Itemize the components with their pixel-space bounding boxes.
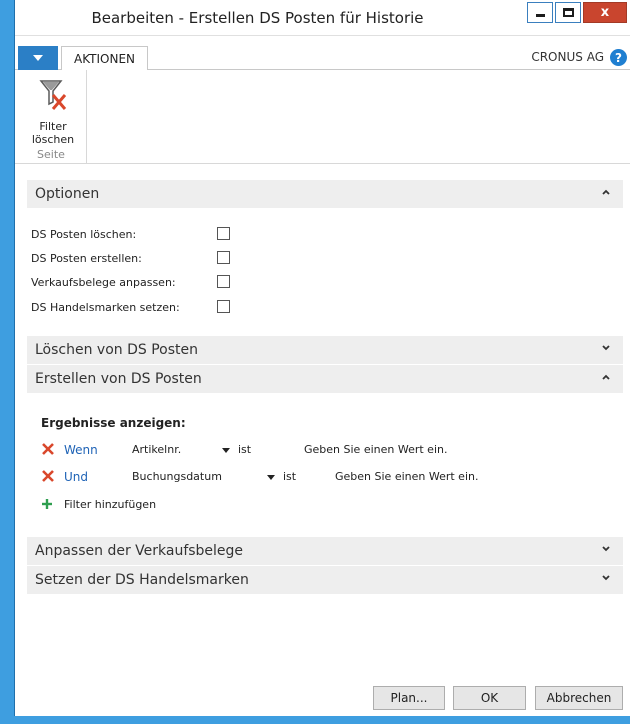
fasttab-set-brands[interactable]: Setzen der DS Handelsmarken — [27, 566, 623, 594]
set-brands-checkbox[interactable] — [217, 300, 230, 313]
field-row-create-entries: DS Posten erstellen: — [31, 250, 281, 268]
application-menu-button[interactable] — [18, 46, 58, 70]
filter-field-name[interactable]: Artikelnr. — [132, 443, 181, 456]
chevron-up-icon — [602, 374, 610, 380]
close-icon: x — [600, 5, 610, 20]
fasttab-options-label: Optionen — [35, 186, 100, 202]
plan-button[interactable]: Plan... — [373, 686, 445, 710]
filter-value-input[interactable]: Geben Sie einen Wert ein. — [335, 470, 478, 483]
maximize-button[interactable] — [555, 2, 581, 23]
company-name: CRONUS AG — [531, 50, 604, 64]
field-row-adjust-sales-docs: Verkaufsbelege anpassen: — [31, 274, 281, 292]
ribbon-group-label: Seite — [37, 148, 65, 161]
add-filter-link[interactable]: Filter hinzufügen — [64, 498, 156, 511]
minimize-icon — [535, 14, 545, 17]
filter-value-input[interactable]: Geben Sie einen Wert ein. — [304, 443, 447, 456]
close-button[interactable]: x — [583, 2, 627, 23]
field-label: Verkaufsbelege anpassen: — [31, 276, 176, 289]
fasttab-create-entries[interactable]: Erstellen von DS Posten — [27, 365, 623, 393]
dropdown-arrow-icon[interactable] — [222, 448, 230, 453]
filter-operator-link[interactable]: Und — [64, 470, 88, 484]
ok-button[interactable]: OK — [453, 686, 526, 710]
chevron-down-icon — [602, 575, 610, 581]
fasttab-adjust-sales-docs[interactable]: Anpassen der Verkaufsbelege — [27, 537, 623, 565]
clear-filter-label-line1: Filter — [39, 120, 67, 133]
ribbon: Filter löschen Seite — [15, 70, 630, 164]
help-icon[interactable]: ? — [610, 49, 627, 66]
field-label: DS Posten löschen: — [31, 228, 137, 241]
create-entries-checkbox[interactable] — [217, 251, 230, 264]
chevron-down-icon — [602, 345, 610, 351]
chevron-down-icon — [602, 546, 610, 552]
field-label: DS Handelsmarken setzen: — [31, 301, 180, 314]
clear-filter-label-line2: löschen — [31, 133, 75, 146]
clear-filter-label: Filter löschen — [23, 120, 83, 146]
window-left-border — [0, 0, 15, 724]
filter-row: Wenn Artikelnr. ist Geben Sie einen Wert… — [41, 442, 601, 460]
field-label: DS Posten erstellen: — [31, 252, 142, 265]
filter-field-name[interactable]: Buchungsdatum — [132, 470, 222, 483]
filter-operator-link[interactable]: Wenn — [64, 443, 98, 457]
results-title: Ergebnisse anzeigen: — [41, 416, 186, 430]
field-row-set-brands: DS Handelsmarken setzen: — [31, 299, 281, 317]
clear-filter-icon — [39, 80, 67, 110]
remove-filter-icon[interactable] — [41, 442, 55, 456]
maximize-icon — [562, 8, 574, 17]
ribbon-group-page: Filter löschen Seite — [21, 70, 87, 164]
fasttab-create-entries-label: Erstellen von DS Posten — [35, 371, 202, 387]
filter-relation: ist — [283, 470, 297, 483]
dropdown-arrow-icon[interactable] — [267, 475, 275, 480]
field-row-delete-entries: DS Posten löschen: — [31, 226, 281, 244]
window-title: Bearbeiten - Erstellen DS Posten für His… — [91, 9, 424, 27]
minimize-button[interactable] — [527, 2, 553, 23]
window-bottom-border — [0, 716, 630, 724]
remove-filter-icon[interactable] — [41, 469, 55, 483]
delete-entries-checkbox[interactable] — [217, 227, 230, 240]
title-bar: Bearbeiten - Erstellen DS Posten für His… — [15, 0, 630, 36]
plus-icon — [42, 499, 52, 509]
dialog-window: Bearbeiten - Erstellen DS Posten für His… — [0, 0, 630, 724]
fasttab-options[interactable]: Optionen — [27, 180, 623, 208]
fasttab-set-brands-label: Setzen der DS Handelsmarken — [35, 572, 249, 588]
filter-relation: ist — [238, 443, 252, 456]
clear-filter-button[interactable]: Filter löschen — [23, 76, 83, 146]
add-filter-row[interactable]: Filter hinzufügen — [41, 498, 601, 516]
fasttab-delete-entries[interactable]: Löschen von DS Posten — [27, 336, 623, 364]
fasttab-delete-entries-label: Löschen von DS Posten — [35, 342, 198, 358]
ribbon-tab-bar: AKTIONEN CRONUS AG ? — [15, 46, 630, 71]
adjust-sales-docs-checkbox[interactable] — [217, 275, 230, 288]
fasttab-adjust-sales-docs-label: Anpassen der Verkaufsbelege — [35, 543, 244, 559]
chevron-down-icon — [33, 55, 43, 61]
filter-row: Und Buchungsdatum ist Geben Sie einen We… — [41, 469, 601, 487]
chevron-up-icon — [602, 189, 610, 195]
tab-actions[interactable]: AKTIONEN — [61, 46, 148, 71]
cancel-button[interactable]: Abbrechen — [535, 686, 623, 710]
